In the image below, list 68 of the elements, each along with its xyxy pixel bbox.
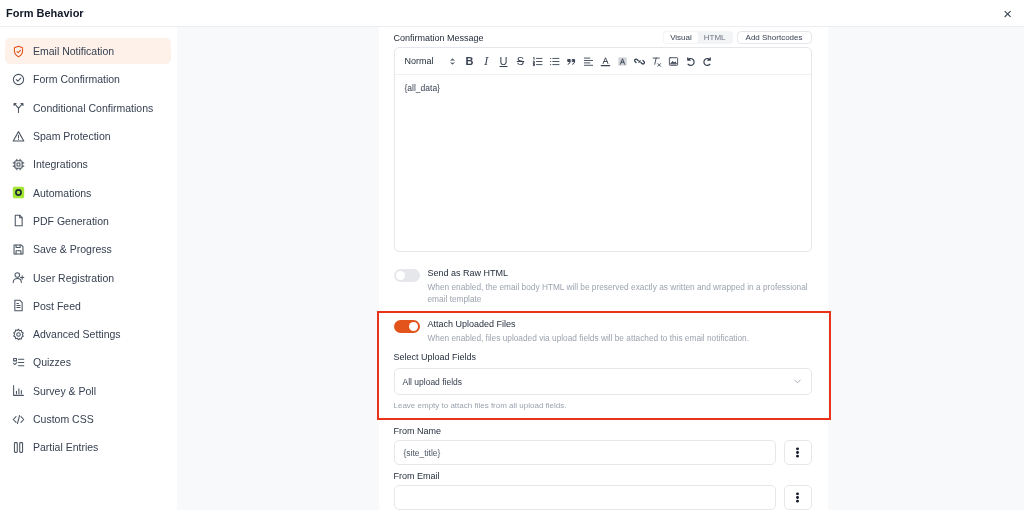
toggle-label: Attach Uploaded Files — [427, 319, 517, 329]
settings-icon — [12, 327, 25, 341]
sidebar-item[interactable]: Email Notification — [5, 38, 171, 65]
user-plus-icon — [12, 271, 25, 284]
sidebar-item[interactable]: Conditional Confirmations — [5, 94, 171, 121]
branch-icon — [12, 101, 25, 115]
help-text: Leave empty to attach files from all upload fields. — [393, 401, 568, 410]
field-label: From Name — [393, 426, 442, 436]
field-label: Confirmation Message — [393, 32, 484, 43]
code-icon — [12, 412, 25, 426]
window-title: Form Behavior — [6, 7, 84, 19]
sort-arrows-icon — [447, 56, 457, 66]
link-icon — [634, 55, 645, 67]
sidebar-item[interactable]: Custom CSS — [5, 405, 171, 433]
sidebar-item[interactable]: Advanced Settings — [5, 320, 171, 348]
check-circle-icon — [12, 72, 25, 86]
more-button[interactable] — [783, 440, 812, 465]
sidebar-item[interactable]: Partial Entries — [5, 434, 171, 461]
bullet-list-icon — [549, 55, 560, 67]
more-button[interactable] — [783, 485, 812, 510]
sidebar-item[interactable]: Save & Progress — [5, 236, 171, 263]
format-select[interactable]: Normal — [400, 56, 461, 66]
sidebar-item[interactable]: Automations — [5, 179, 171, 206]
sidebar-item[interactable]: Spam Protection — [5, 122, 171, 150]
save-icon — [12, 242, 25, 256]
sidebar-item[interactable]: Post Feed — [5, 292, 171, 319]
toggle-label: Send as Raw HTML — [427, 268, 510, 278]
underline-button[interactable]: U — [495, 52, 512, 70]
columns-icon — [12, 440, 25, 454]
toggle-description: When enabled, files uploaded via upload fields will be attached to this email notification. — [427, 332, 749, 344]
quiz-list-icon — [12, 355, 25, 369]
strike-button[interactable]: S — [512, 52, 529, 70]
toggle-description: When enabled, the email body HTML will be preserved exactly as written and wrapped in a professional email template — [427, 281, 809, 305]
italic-button[interactable]: I — [478, 52, 495, 70]
automation-icon — [12, 186, 25, 200]
close-button[interactable]: × — [999, 5, 1016, 21]
align-left-icon — [583, 55, 594, 67]
image-icon — [668, 55, 679, 67]
undo-icon — [685, 55, 696, 67]
mode-tab[interactable]: Visual — [664, 32, 698, 43]
document-icon — [12, 299, 25, 313]
sidebar-item[interactable]: Integrations — [5, 151, 171, 178]
bar-chart-icon — [12, 384, 25, 398]
mode-tab[interactable]: HTML — [697, 32, 732, 43]
sidebar-item[interactable]: User Registration — [5, 264, 171, 291]
bold-button[interactable]: B — [461, 52, 478, 70]
field-label: From Email — [393, 471, 441, 481]
shield-icon — [12, 44, 25, 58]
shortcodes-button[interactable]: Add Shortcodes — [736, 31, 812, 44]
file-icon — [12, 214, 25, 228]
text-color-icon — [600, 55, 611, 67]
sidebar-item[interactable]: Survey & Poll — [5, 377, 171, 404]
select-field[interactable]: All upload fields — [393, 368, 812, 395]
highlight-icon — [617, 55, 628, 67]
toggle-switch[interactable] — [393, 269, 420, 282]
sidebar-item[interactable]: PDF Generation — [5, 207, 171, 235]
redo-icon — [702, 55, 713, 67]
chip-icon — [12, 157, 25, 171]
warning-icon — [12, 129, 25, 143]
ordered-list-icon — [532, 55, 543, 67]
input-field[interactable] — [393, 485, 776, 510]
toggle-switch[interactable] — [393, 320, 420, 333]
sidebar-item[interactable]: Quizzes — [5, 349, 171, 376]
input-field[interactable]: {site_title} — [393, 440, 776, 465]
field-label: Select Upload Fields — [393, 352, 478, 362]
sidebar-item[interactable]: Form Confirmation — [5, 66, 171, 93]
clear-format-icon — [651, 55, 662, 67]
editor-text: {all_data} — [404, 83, 441, 93]
